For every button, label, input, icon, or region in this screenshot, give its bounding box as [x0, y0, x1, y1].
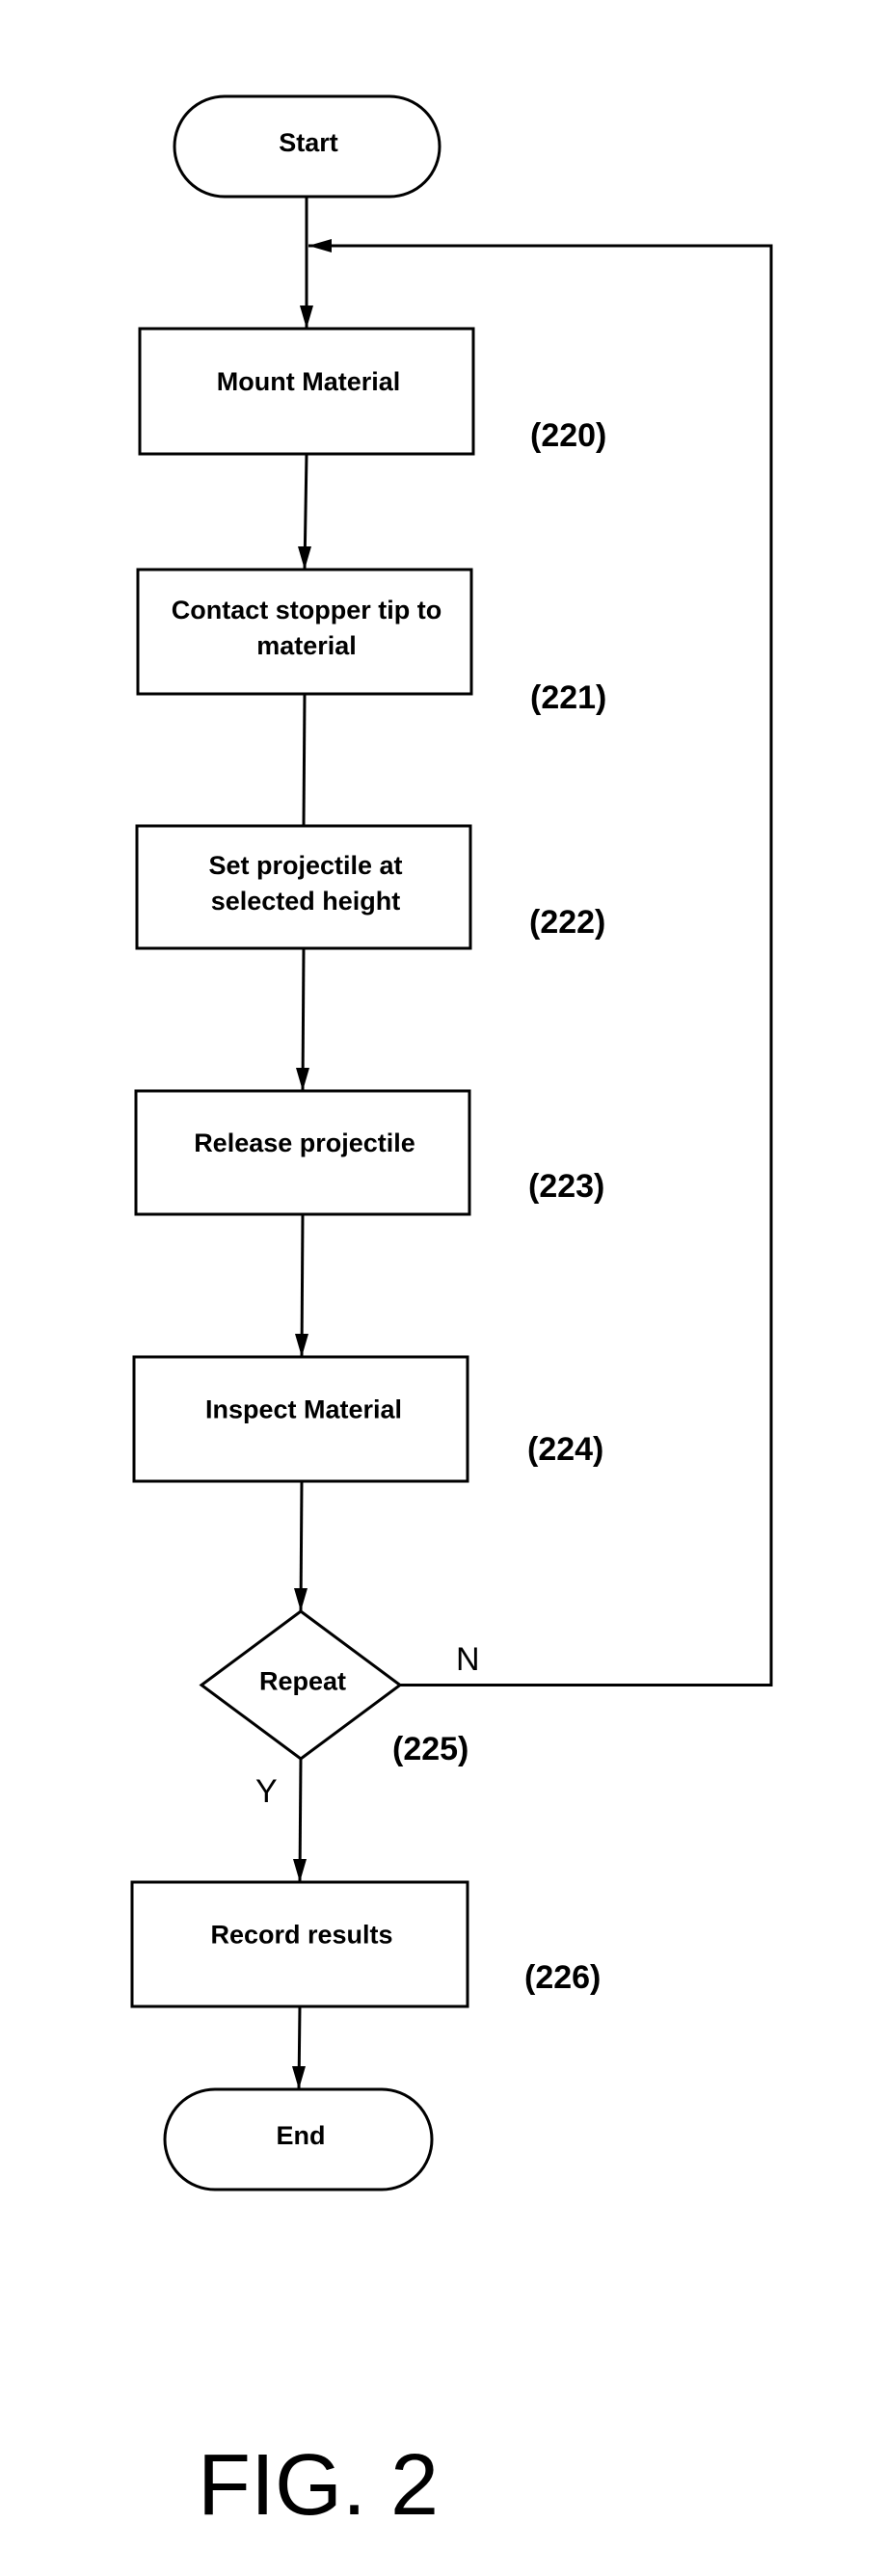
node-label: Set projectile at: [208, 851, 402, 880]
node-label: Mount Material: [217, 367, 401, 396]
edge-mount-to-contact: [298, 453, 311, 571]
node-contact: Contact stopper tip to material: [136, 568, 473, 696]
arrowhead-down-icon: [296, 1068, 309, 1091]
reference-numeral: (226): [524, 1959, 601, 1996]
node-label: selected height: [211, 887, 401, 916]
arrowhead-down-icon: [295, 1334, 308, 1357]
edge-inspect-to-repeat: [294, 1480, 308, 1612]
node-label: Start: [279, 128, 338, 157]
node-label: material: [256, 631, 357, 660]
edge-release-to-inspect: [295, 1213, 308, 1358]
branch-label-no: N: [456, 1641, 480, 1678]
arrowhead-left-icon: [308, 239, 332, 252]
reference-numeral: (225): [392, 1731, 468, 1767]
node-repeat: Repeat: [199, 1609, 403, 1761]
reference-numeral: (224): [527, 1431, 603, 1468]
arrowhead-down-icon: [292, 2066, 306, 2089]
node-release: Release projectile: [134, 1089, 471, 1216]
node-set: Set projectile at selected height: [135, 824, 472, 950]
node-label: Inspect Material: [205, 1395, 402, 1424]
reference-numeral: (220): [530, 417, 606, 454]
figure-caption: FIG. 2: [198, 2437, 439, 2534]
edge-repeat-to-record: [293, 1758, 307, 1883]
node-label: Contact stopper tip to: [172, 596, 442, 624]
flowchart: Start Mount Material Contact stopper tip t…: [130, 94, 773, 2534]
reference-numeral: (223): [528, 1168, 604, 1205]
edge-start-to-mount: [300, 197, 313, 329]
nodes-layer: Start Mount Material Contact stopper tip t…: [130, 94, 475, 2191]
node-start: Start: [173, 94, 442, 199]
arrowhead-down-icon: [294, 1588, 308, 1611]
reference-numeral: (222): [529, 904, 605, 941]
node-record: Record results: [130, 1880, 469, 2008]
branch-label-yes: Y: [255, 1773, 278, 1810]
arrowhead-down-icon: [300, 305, 313, 329]
node-inspect: Inspect Material: [132, 1355, 469, 1483]
node-mount: Mount Material: [138, 327, 475, 456]
reference-numeral: (221): [530, 679, 606, 716]
edge-record-to-end: [292, 2005, 306, 2090]
edge-contact-to-set: [302, 693, 307, 827]
edge-set-to-release: [296, 947, 309, 1092]
node-label: End: [277, 2121, 326, 2150]
arrowhead-down-icon: [293, 1859, 307, 1882]
node-label: Repeat: [259, 1667, 346, 1696]
node-end: End: [163, 2087, 434, 2191]
connector-line: [302, 693, 307, 827]
node-label: Record results: [210, 1921, 392, 1950]
node-label: Release projectile: [194, 1129, 415, 1157]
arrowhead-down-icon: [298, 546, 311, 570]
